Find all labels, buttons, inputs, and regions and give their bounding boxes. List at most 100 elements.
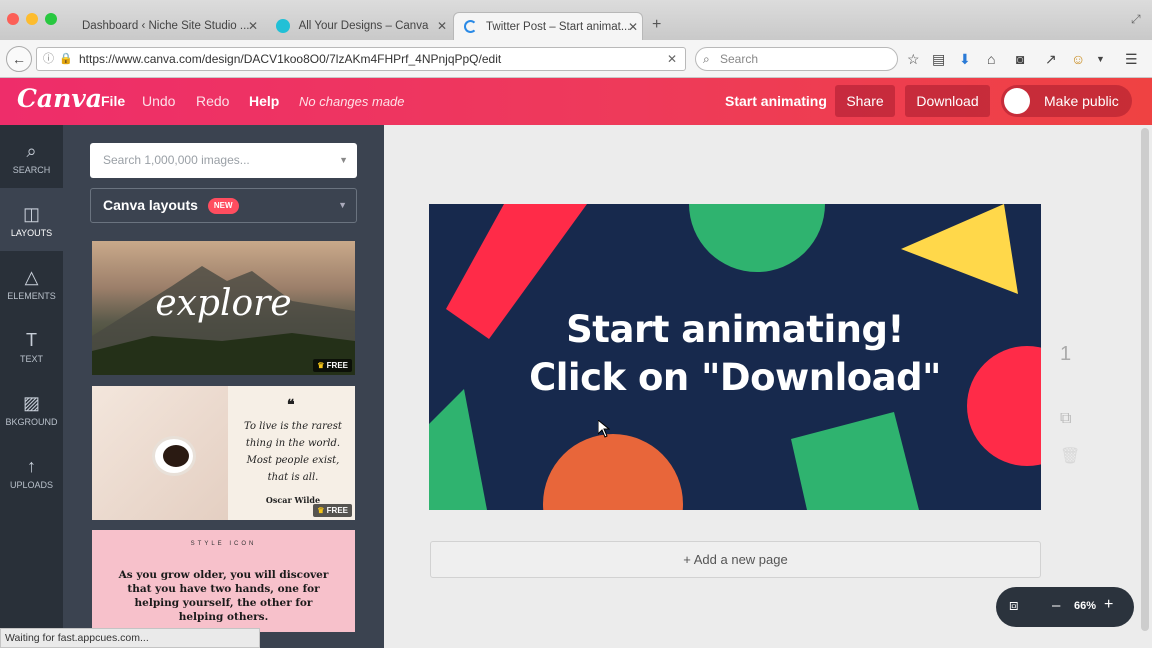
canva-logo[interactable]: Canva [17, 84, 102, 113]
hamburger-menu-icon[interactable]: ☰ [1125, 51, 1138, 67]
delete-page-icon[interactable]: 🗑 [1060, 446, 1080, 466]
minimize-window-button[interactable] [26, 13, 38, 25]
canva-favicon-icon [276, 18, 290, 33]
text-icon: T [26, 330, 37, 350]
info-icon: ⓘ [43, 53, 54, 65]
reading-list-icon[interactable]: ▤ [932, 51, 945, 67]
sidebar-item-elements[interactable]: △ ELEMENTS [0, 251, 63, 314]
duplicate-page-icon[interactable]: ⧉ [1060, 410, 1071, 428]
image-search-input[interactable]: Search 1,000,000 images... ▼ [90, 143, 357, 178]
download-button[interactable]: Download [905, 85, 990, 117]
upload-icon: ↑ [27, 456, 36, 476]
sidebar-item-layouts[interactable]: ◫ LAYOUTS [0, 188, 63, 251]
coffee-cup [152, 436, 196, 476]
tab-label: Twitter Post – Start animat... [486, 21, 631, 33]
sidebar-item-text[interactable]: T TEXT [0, 314, 63, 377]
free-label: FREE [326, 506, 348, 515]
back-button[interactable]: ← [6, 46, 32, 72]
thumbnail-kicker: STYLE ICON [190, 541, 257, 547]
present-icon[interactable]: ⧈ [1009, 597, 1019, 614]
search-placeholder: Search [720, 52, 759, 66]
design-heading-line1[interactable]: Start animating! [429, 308, 1041, 351]
search-icon: ⌕ [26, 141, 37, 161]
extension-icon[interactable]: ☺ [1071, 51, 1085, 67]
browser-search-input[interactable]: ⌕ Search [695, 47, 898, 71]
zoom-out-button[interactable]: – [1052, 597, 1060, 614]
menu-file[interactable]: File [101, 93, 125, 109]
sidebar-item-label: SEARCH [12, 165, 51, 175]
home-icon[interactable]: ⌂ [987, 51, 995, 67]
url-text: https://www.canva.com/design/DACV1koo8O0… [79, 52, 502, 66]
design-heading-line2[interactable]: Click on "Download" [429, 356, 1041, 399]
url-bar[interactable]: ⓘ 🔒 https://www.canva.com/design/DACV1ko… [36, 47, 686, 71]
close-tab-icon[interactable]: ✕ [628, 13, 638, 41]
layout-thumbnail-explore[interactable]: explore ♛ FREE [92, 241, 355, 375]
bookmark-star-icon[interactable]: ☆ [907, 51, 920, 67]
clear-url-icon[interactable]: ✕ [667, 48, 677, 70]
sidebar-item-label: ELEMENTS [7, 291, 56, 301]
sidebar-item-label: UPLOADS [9, 480, 53, 490]
elements-icon: △ [24, 267, 39, 287]
browser-tab-designs[interactable]: All Your Designs – Canva ✕ [266, 12, 451, 40]
cozy-photo [92, 386, 228, 520]
menu-help[interactable]: Help [249, 93, 279, 109]
green-triangle-shape [429, 389, 487, 510]
add-page-button[interactable]: + Add a new page [430, 541, 1041, 578]
pocket-icon[interactable]: ◙ [1016, 51, 1024, 67]
layouts-category-select[interactable]: Canva layouts NEW ▼ [90, 188, 357, 223]
make-public-toggle[interactable]: Make public [1001, 85, 1132, 117]
browser-nav-bar: ← ⓘ 🔒 https://www.canva.com/design/DACV1… [0, 40, 1152, 78]
new-tab-icon[interactable]: + [652, 16, 661, 34]
crown-icon: ♛ [317, 506, 325, 515]
close-tab-icon[interactable]: ✕ [248, 12, 258, 40]
zoom-level[interactable]: 66% [1074, 600, 1096, 612]
browser-tab-twitter-post[interactable]: Twitter Post – Start animat... ✕ [453, 12, 643, 40]
close-tab-icon[interactable]: ✕ [437, 12, 447, 40]
save-status: No changes made [299, 94, 405, 109]
close-window-button[interactable] [7, 13, 19, 25]
free-badge: ♛ FREE [313, 359, 352, 372]
download-arrow-icon[interactable]: ⬇ [959, 51, 971, 67]
search-icon: ⌕ [703, 52, 710, 66]
loading-spinner-icon [464, 20, 477, 34]
design-canvas[interactable]: Start animating! Click on "Download" [429, 204, 1041, 510]
coffee [163, 445, 189, 467]
sidebar-item-label: BKGROUND [5, 417, 58, 427]
dropdown-chevron-icon: ▼ [338, 200, 347, 210]
yellow-triangle-shape [901, 204, 1018, 294]
menu-redo[interactable]: Redo [196, 93, 229, 109]
browser-tab-bar: Dashboard ‹ Niche Site Studio ... ✕ All … [0, 0, 1152, 40]
zoom-in-button[interactable]: + [1104, 596, 1113, 614]
page-number: 1 [1060, 343, 1072, 365]
menu-undo[interactable]: Undo [142, 93, 175, 109]
pin-icon[interactable]: ↗ [1045, 51, 1057, 67]
sidebar-item-search[interactable]: ⌕ SEARCH [0, 125, 63, 188]
free-badge: ♛ FREE [313, 504, 352, 517]
canva-header: Canva File Undo Redo Help No changes mad… [0, 78, 1152, 125]
sidebar-item-label: TEXT [19, 354, 43, 364]
start-animating-button[interactable]: Start animating [725, 93, 827, 109]
thumbnail-script-text: explore [155, 283, 292, 324]
sidebar-item-background[interactable]: ▨ BKGROUND [0, 377, 63, 440]
tab-label: All Your Designs – Canva [298, 20, 429, 32]
maximize-window-button[interactable] [45, 13, 57, 25]
sidebar-item-uploads[interactable]: ↑ UPLOADS [0, 440, 63, 503]
extension-dropdown-icon[interactable]: ▼ [1096, 51, 1105, 67]
background-icon: ▨ [22, 393, 40, 413]
green-square-shape [791, 412, 919, 510]
make-public-label: Make public [1044, 93, 1119, 109]
share-button[interactable]: Share [835, 85, 895, 117]
layout-thumbnail-pink-quote[interactable]: STYLE ICON As you grow older, you will d… [92, 530, 355, 632]
free-label: FREE [326, 361, 348, 370]
quote-mark-icon: ❝ [287, 396, 295, 412]
search-placeholder: Search 1,000,000 images... [103, 153, 250, 167]
fullscreen-icon[interactable]: ⤢ [1131, 12, 1141, 27]
dropdown-chevron-icon: ▼ [339, 155, 348, 165]
zoom-controls: ⧈ – 66% + [996, 587, 1134, 627]
layouts-panel: Search 1,000,000 images... ▼ Canva layou… [63, 125, 384, 648]
workspace-scrollbar[interactable] [1141, 128, 1149, 631]
layout-thumbnail-quote[interactable]: ❝ To live is the rarest thing in the wor… [92, 386, 355, 520]
browser-tab-dashboard[interactable]: Dashboard ‹ Niche Site Studio ... ✕ [72, 12, 262, 40]
browser-status-bar: Waiting for fast.appcues.com... [0, 628, 260, 648]
toggle-knob [1004, 88, 1030, 114]
